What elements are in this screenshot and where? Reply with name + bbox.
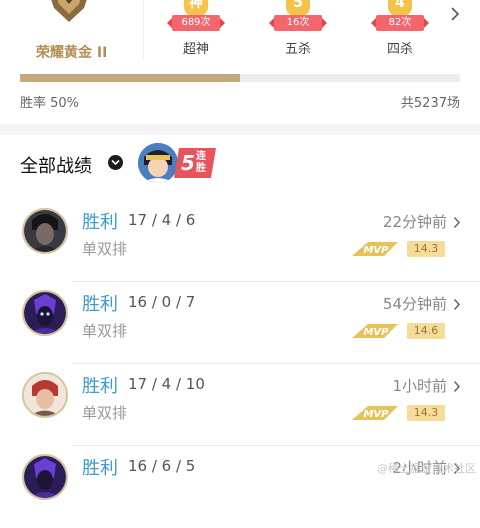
hero-avatar [22, 290, 68, 336]
penta-kill-badge-icon: 5 [286, 0, 310, 16]
match-kda: 17 / 4 / 6 [128, 211, 196, 229]
match-time: 54分钟前 [382, 295, 447, 313]
match-kda: 16 / 6 / 5 [128, 457, 196, 475]
streak-count: 5 [181, 151, 195, 175]
win-rate-bar-fill [20, 74, 240, 82]
stat-quadra-kill[interactable]: 4 82次 四杀 [360, 0, 440, 62]
stat-label: 四杀 [386, 42, 413, 57]
stat-label: 超神 [182, 42, 209, 57]
chevron-right-icon[interactable] [448, 6, 462, 22]
hero-avatar [22, 454, 68, 500]
match-row[interactable]: 胜利 16 / 0 / 7 单双排 54分钟前 MVP 14.6 [0, 282, 480, 364]
match-row[interactable]: 胜利 16 / 6 / 5 2小时前 [0, 446, 480, 528]
mvp-badge-icon: MVP [350, 405, 400, 421]
stat-legendary[interactable]: 神 689次 超神 [156, 0, 236, 62]
win-streak-badge: 5 连胜 [174, 148, 216, 178]
rank-emblem-icon [44, 0, 94, 24]
match-result: 胜利 [82, 376, 118, 397]
legendary-badge-icon: 神 [184, 0, 208, 16]
chevron-right-icon [453, 296, 461, 315]
streak-avatar [138, 143, 178, 183]
win-rate-bar [20, 74, 460, 82]
match-result: 胜利 [82, 458, 118, 479]
rank-name: 荣耀黄金 II [36, 45, 108, 61]
chevron-down-icon[interactable] [108, 155, 123, 170]
stat-label: 五杀 [284, 42, 311, 57]
svg-text:MVP: MVP [363, 327, 389, 338]
stat-count: 82次 [371, 15, 429, 31]
hero-avatar [22, 372, 68, 418]
svg-text:MVP: MVP [363, 245, 389, 256]
chevron-right-icon [453, 378, 461, 397]
stat-count: 16次 [269, 15, 327, 31]
match-time: 1小时前 [392, 377, 447, 395]
watermark: @稀土掘金技术社区 [377, 462, 476, 475]
match-result: 胜利 [82, 294, 118, 315]
match-kda: 16 / 0 / 7 [128, 293, 196, 311]
svg-text:MVP: MVP [363, 409, 389, 420]
mvp-badge-icon: MVP [350, 241, 400, 257]
streak-text: 连胜 [196, 151, 206, 174]
match-row[interactable]: 胜利 17 / 4 / 10 单双排 1小时前 MVP 14.3 [0, 364, 480, 446]
match-score: 14.6 [407, 323, 445, 339]
match-result: 胜利 [82, 212, 118, 233]
section-title[interactable]: 全部战绩 [20, 152, 92, 178]
match-row[interactable]: 胜利 17 / 4 / 6 单双排 22分钟前 MVP 14.3 [0, 200, 480, 282]
section-gap [0, 124, 480, 135]
stat-count: 689次 [167, 15, 225, 31]
win-rate-label: 胜率 50% [20, 96, 80, 111]
match-mode: 单双排 [82, 322, 128, 340]
match-kda: 17 / 4 / 10 [128, 375, 205, 393]
match-time: 22分钟前 [382, 213, 447, 231]
match-mode: 单双排 [82, 240, 128, 258]
mvp-badge-icon: MVP [350, 323, 400, 339]
match-score: 14.3 [407, 241, 445, 257]
divider [143, 0, 144, 60]
quadra-kill-badge-icon: 4 [388, 0, 412, 16]
chevron-right-icon [453, 214, 461, 233]
total-matches: 共5237场 [400, 96, 460, 111]
match-score: 14.3 [407, 405, 445, 421]
match-mode: 单双排 [82, 404, 128, 422]
hero-avatar [22, 208, 68, 254]
stat-penta-kill[interactable]: 5 16次 五杀 [258, 0, 338, 62]
